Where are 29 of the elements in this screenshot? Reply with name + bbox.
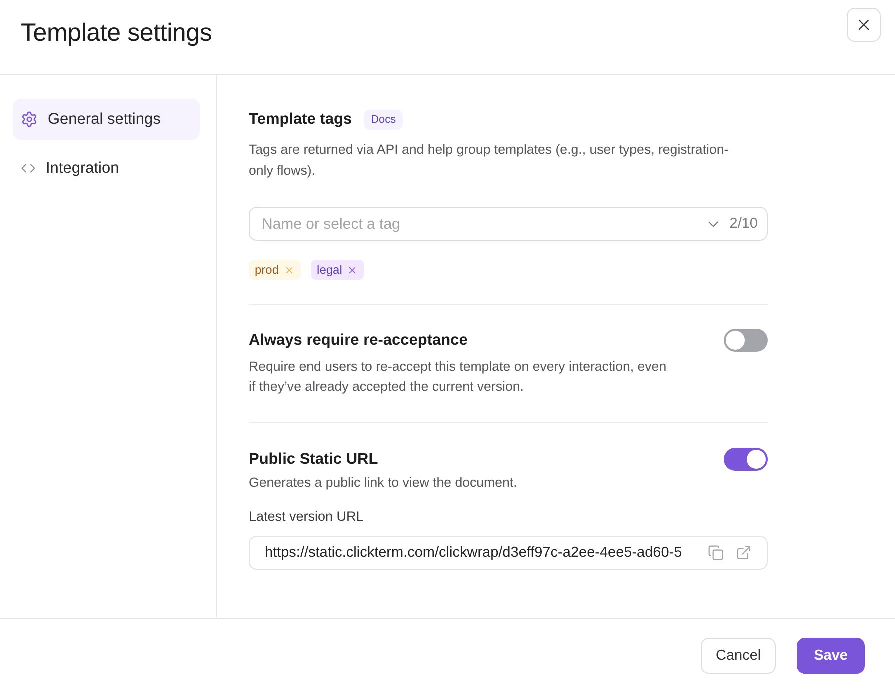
copy-icon bbox=[708, 545, 724, 561]
remove-icon bbox=[284, 264, 296, 276]
docs-link[interactable]: Docs bbox=[364, 110, 404, 130]
field-label: Latest version URL bbox=[249, 508, 365, 526]
remove-tag-button[interactable] bbox=[284, 264, 296, 276]
section-description: Generates a public link to view the document. bbox=[249, 474, 518, 492]
section-description: Require end users to re-accept this template on every interaction, even if they’ve already accepted the current version. bbox=[249, 358, 668, 396]
sidebar-item[interactable]: Integration bbox=[13, 148, 200, 189]
section-title: Always require re-acceptance bbox=[249, 330, 468, 350]
external-link-icon bbox=[736, 545, 752, 561]
section-description: Tags are returned via API and help group templates (e.g., user types, registration-only flows). bbox=[249, 141, 730, 180]
remove-icon bbox=[347, 264, 358, 276]
tag-count: 2/10 bbox=[730, 216, 758, 232]
close-button[interactable] bbox=[847, 8, 881, 42]
remove-tag-button[interactable] bbox=[347, 264, 358, 276]
dialog-title: Template settings bbox=[21, 19, 212, 48]
gear-icon bbox=[21, 111, 38, 128]
open-link-button[interactable] bbox=[736, 545, 752, 561]
toggle-switch[interactable] bbox=[724, 448, 768, 471]
tag-label: prod bbox=[255, 263, 280, 277]
cancel-button[interactable]: Cancel bbox=[700, 638, 776, 674]
section-title: Public Static URL bbox=[249, 450, 378, 470]
toggle-switch[interactable] bbox=[724, 329, 768, 352]
section-title: Template tags bbox=[249, 110, 352, 130]
copy-button[interactable] bbox=[708, 545, 724, 561]
url-field[interactable]: https://static.clickterm.com/clickwrap/d3eff97c-a2ee-4ee5-ad60-5 bbox=[249, 536, 768, 570]
tag-label: legal bbox=[317, 263, 342, 277]
save-button[interactable]: Save bbox=[797, 638, 865, 674]
sidebar-item[interactable]: General settings bbox=[13, 99, 200, 140]
